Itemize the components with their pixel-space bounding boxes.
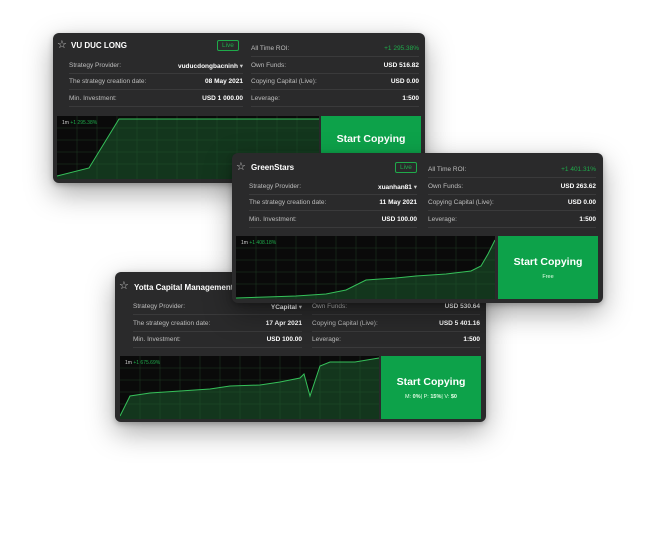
info-row: Own Funds: USD 263.62 [428,179,596,195]
star-icon[interactable]: ☆ [119,279,129,292]
chart-label: 1m +1 675.69% [125,360,161,366]
info-row: Min. Investment: USD 100.00 [133,332,302,348]
chart-label: 1m +1 408.18% [241,240,277,246]
start-copying-button[interactable]: Start Copying Free [498,236,598,299]
info-row: Own Funds: USD 516.82 [251,58,419,74]
info-row: Min. Investment: USD 1 000.00 [69,91,243,107]
info-row: Leverage: 1:500 [251,91,419,107]
live-badge: Live [395,162,417,173]
strategy-provider-dropdown[interactable]: vuducdongbacninh [178,62,243,70]
info-row: Strategy Provider: xuanhan81 [249,179,417,195]
info-row: Strategy Provider: vuducdongbacninh [69,58,243,74]
info-row: Leverage: 1:500 [428,212,596,228]
performance-chart: 1m +1 675.69% [120,356,379,419]
performance-chart: 1m +1 408.18% [236,236,495,299]
strategy-name[interactable]: VU DUC LONG [71,41,127,50]
info-row: Copying Capital (Live): USD 5 401.16 [312,316,480,332]
star-icon[interactable]: ☆ [57,38,67,51]
strategy-provider-dropdown[interactable]: YCapital [271,303,302,311]
info-row: Copying Capital (Live): USD 0.00 [251,74,419,90]
info-row: Min. Investment: USD 100.00 [249,212,417,228]
start-copying-button[interactable]: Start Copying M: 0%| P: 15%| V: $0 [381,356,481,419]
info-row: All Time ROI: +1 295.38% [251,41,419,57]
strategy-provider-dropdown[interactable]: xuanhan81 [378,183,417,191]
strategy-card-greenstars: ☆ GreenStars Live Strategy Provider: xua… [232,153,603,303]
star-icon[interactable]: ☆ [236,160,246,173]
chart-label: 1m +1 295.38% [62,120,98,126]
info-row: The strategy creation date: 11 May 2021 [249,195,417,211]
info-row: Leverage: 1:500 [312,332,480,348]
fee-summary: M: 0%| P: 15%| V: $0 [405,393,457,400]
info-row: The strategy creation date: 17 Apr 2021 [133,316,302,332]
info-row: Copying Capital (Live): USD 0.00 [428,195,596,211]
info-row: All Time ROI: +1 401.31% [428,162,596,178]
info-row: The strategy creation date: 08 May 2021 [69,74,243,90]
live-badge: Live [217,40,239,51]
fee-label: Free [542,273,554,280]
strategy-name[interactable]: GreenStars [251,163,294,172]
strategy-name[interactable]: Yotta Capital Management [134,283,233,292]
